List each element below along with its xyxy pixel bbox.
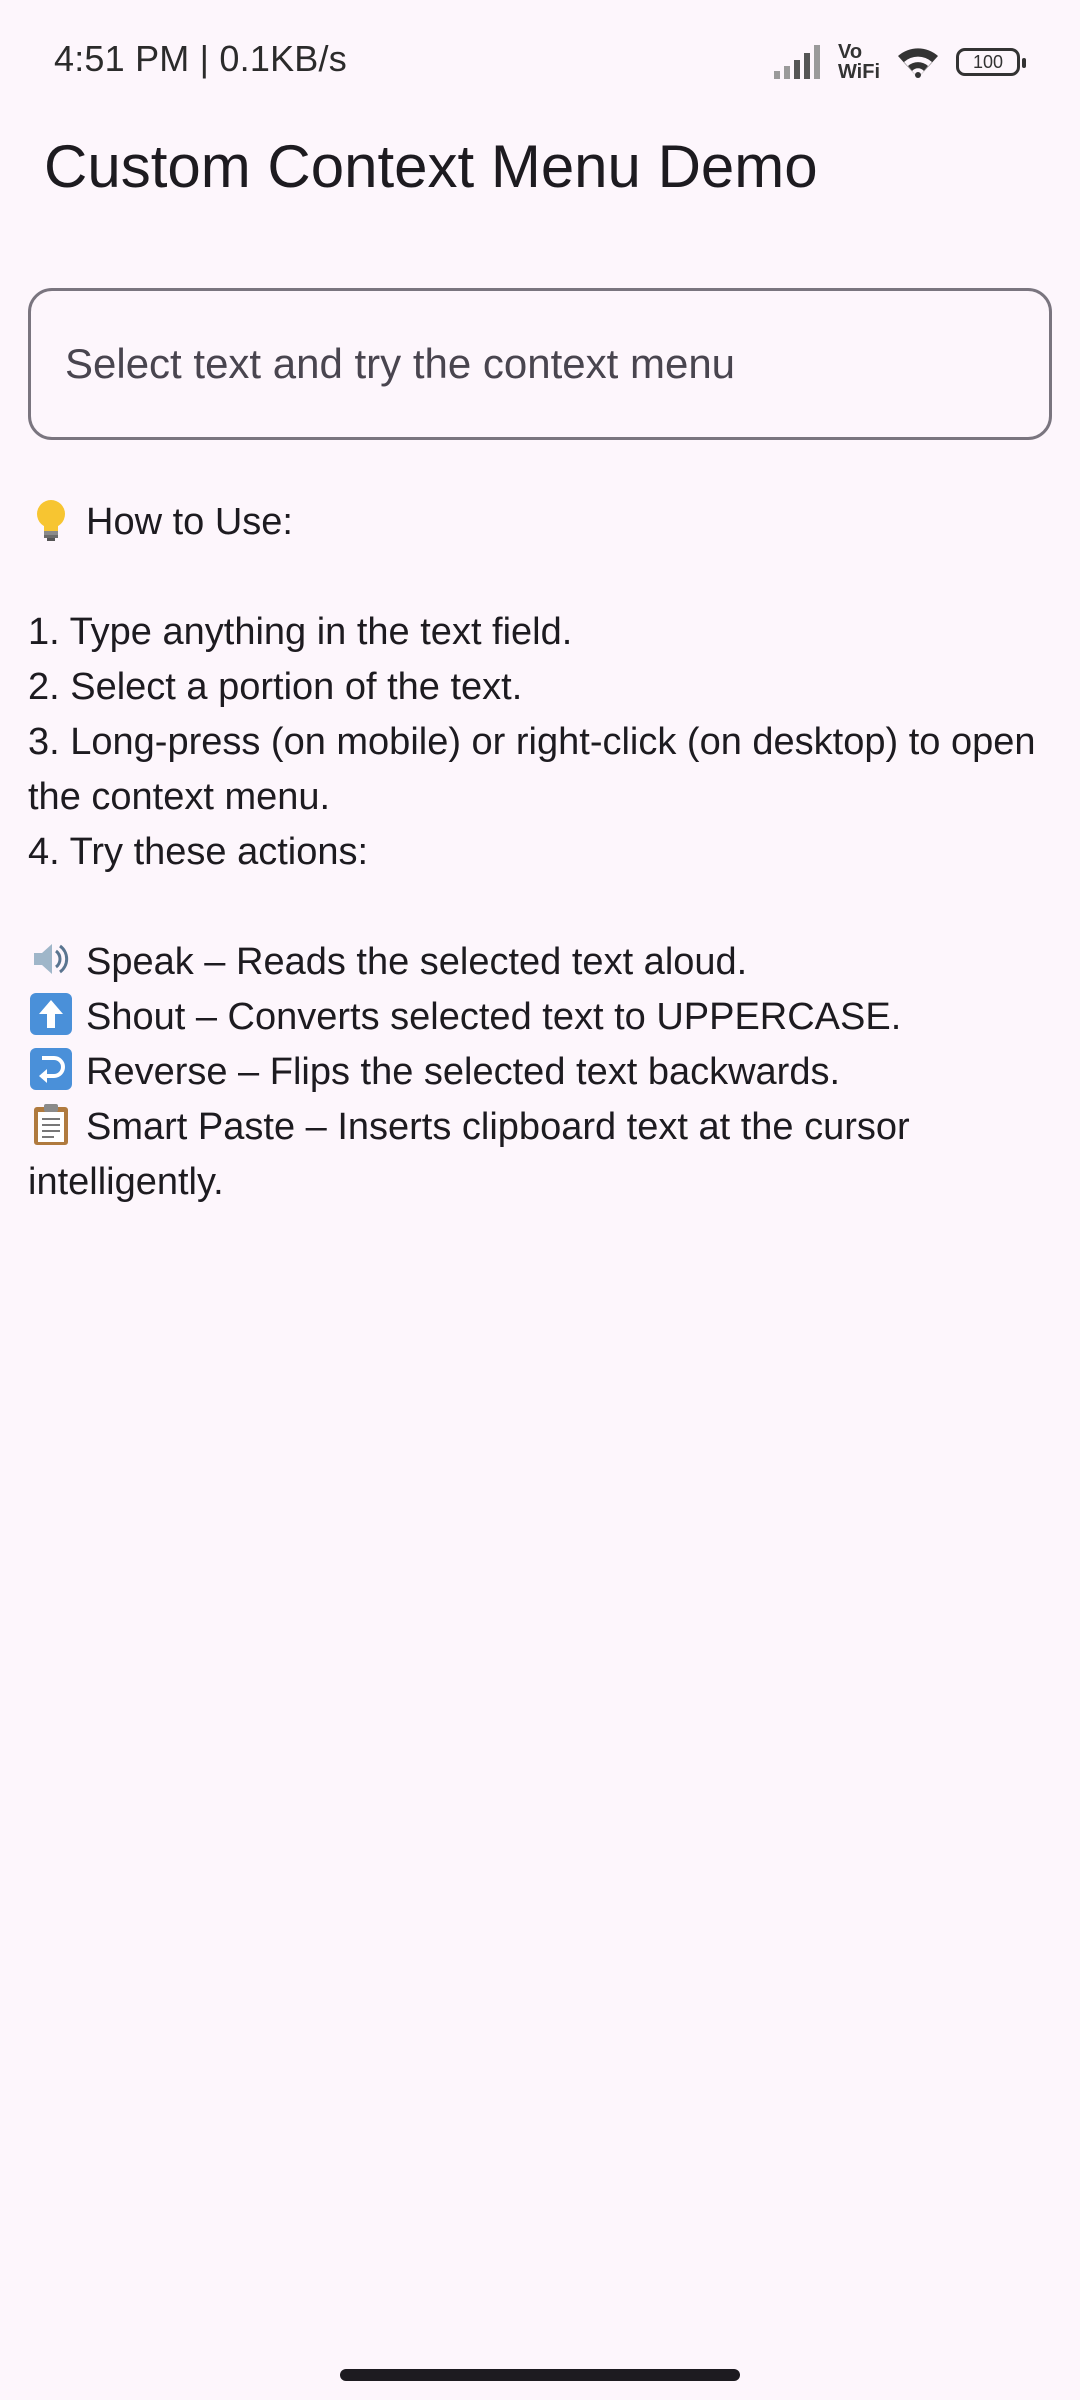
wifi-icon [898,48,938,78]
context-menu-text-field[interactable] [28,288,1052,440]
page-title: Custom Context Menu Demo [44,133,818,200]
battery-level: 100 [972,51,1004,72]
text-input[interactable] [63,339,1049,389]
action-shout-text: Shout – Converts selected text to UPPERC… [86,996,902,1038]
step-3: 3. Long-press (on mobile) or right-click… [28,721,1036,818]
action-shout: Shout – Converts selected text to UPPERC… [28,990,1048,1045]
up-arrow-icon [30,993,72,1035]
signal-icon [773,45,820,79]
home-indicator[interactable] [340,2369,740,2381]
battery-icon: 100 [956,48,1026,76]
step-4: 4. Try these actions: [28,831,369,873]
vowifi-bottom: WiFi [837,61,880,83]
return-arrow-icon [30,1048,72,1090]
vowifi-top: Vo [837,41,863,63]
instructions: How to Use: 1. Type anything in the text… [28,495,1048,1210]
action-smart-paste-text: Smart Paste – Inserts clipboard text at … [28,1106,910,1203]
instructions-heading: How to Use: [28,495,1048,550]
heading-text: How to Use: [86,501,293,543]
action-speak: Speak – Reads the selected text aloud. [28,935,1048,990]
clipboard-icon [34,1104,68,1145]
speaker-icon [34,944,69,974]
step-2: 2. Select a portion of the text. [28,666,523,708]
action-smart-paste: Smart Paste – Inserts clipboard text at … [28,1100,1048,1210]
lightbulb-icon [37,500,65,541]
vowifi-icon: Vo WiFi [838,42,880,82]
status-bar: 4:51 PM | 0.1KB/s Vo WiFi 100 [0,0,1080,120]
step-1: 1. Type anything in the text field. [28,611,573,653]
action-speak-text: Speak – Reads the selected text aloud. [86,941,748,983]
status-icons: Vo WiFi 100 [773,38,1026,86]
action-reverse: Reverse – Flips the selected text backwa… [28,1045,1048,1100]
status-time-speed: 4:51 PM | 0.1KB/s [54,38,347,79]
action-reverse-text: Reverse – Flips the selected text backwa… [86,1051,841,1093]
